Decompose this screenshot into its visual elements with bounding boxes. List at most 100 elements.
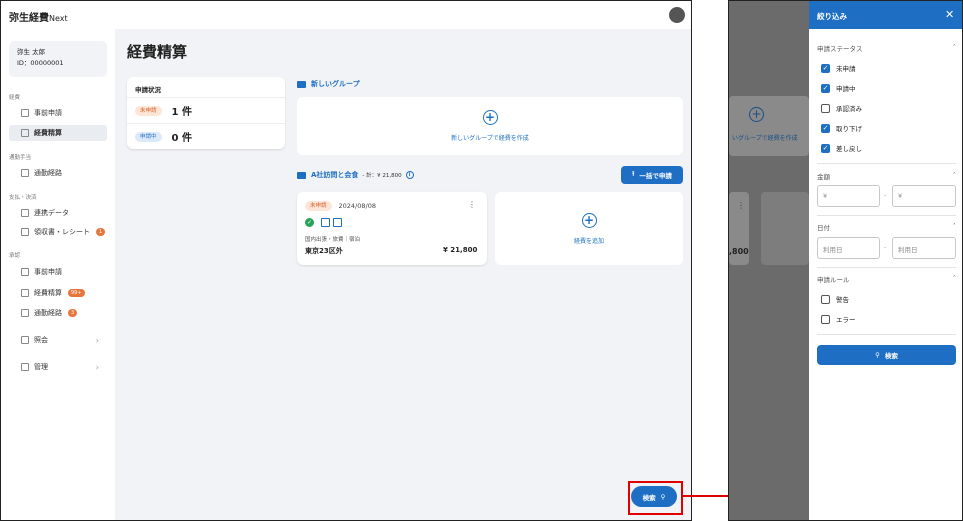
section-amount[interactable]: 金額 ˄ [817,171,956,181]
count-badge: 3 [68,309,78,317]
filter-search-button[interactable]: ⚲ 検索 [817,345,956,365]
check-circle-icon: ✓ [305,218,314,227]
filter-panel-screen: + いグループで経費を作成 ⋮ ,800 絞り込み ✕ 申請ステータス ˄ ✓ 未申… [728,0,963,521]
dimmed-create-label: いグループで経費を作成 [732,135,798,142]
section-payment: 支払・決済 [9,195,37,201]
add-circle-icon: + [749,107,764,122]
chevron-right-icon: › [95,362,99,372]
status-badge: 未申請 [135,105,162,116]
section-date[interactable]: 日付 ˄ [817,222,956,232]
search-icon [21,336,29,344]
account-avatar-icon[interactable] [669,7,685,23]
status-summary-card: 申請状況 未申請 1 件 申請中 0 件 [127,77,285,149]
expense-card[interactable]: 未申請 2024/08/08 ⋮ ✓ 国内出張・旅費｜宿泊 東京23区外 ¥ 2… [297,192,487,265]
filter-panel-title: 絞り込み [817,12,847,21]
section-status[interactable]: 申請ステータス ˄ [817,43,956,53]
checkbox-label: 警告 [836,296,849,304]
approval-icon [21,268,29,276]
divider [127,97,285,98]
expense-amount: ¥ 21,800 [443,246,478,254]
range-separator: - [884,192,887,199]
section-title: 日付 [817,224,830,232]
add-circle-icon: + [581,212,597,228]
date-from-input[interactable]: 利用日 [817,237,880,259]
sidebar-item-approve-prior[interactable]: 事前申請 [9,264,107,280]
count-badge: 1 [96,228,106,236]
divider [817,267,956,268]
expense-card-header: 未申請 2024/08/08 [305,201,376,211]
group-name[interactable]: A社訪問と会食 [311,170,358,180]
more-menu-icon[interactable]: ⋮ [468,200,476,209]
status-row-submitting[interactable]: 申請中 0 件 [135,129,192,144]
create-in-new-group-button[interactable]: + 新しいグループで経費を作成 [297,97,683,155]
user-card: 弥生 太郎 ID：00000001 [9,41,107,77]
date-to-input[interactable]: 利用日 [892,237,956,259]
more-menu-icon: ⋮ [737,201,745,210]
highlight-box [628,481,683,515]
chevron-right-icon: › [95,335,99,345]
status-row-unsubmitted[interactable]: 未申請 1 件 [135,103,192,118]
range-separator: - [884,244,887,251]
checkbox-label: 未申請 [836,65,856,73]
section-commute: 通勤手当 [9,155,32,161]
amount-to-input[interactable]: ¥ [892,185,956,207]
sidebar-item-receipts[interactable]: 領収書・レシート 1 [9,224,107,240]
expense-category: 国内出張・旅費｜宿泊 [305,237,361,243]
nav-label: 連携データ [34,209,69,217]
amount-from-input[interactable]: ¥ [817,185,880,207]
page-title: 経費精算 [127,43,188,61]
checkbox-label: エラー [836,316,856,324]
checkbox-status-3[interactable]: ✓ 取り下げ [821,123,862,133]
section-rule[interactable]: 申請ルール ˄ [817,274,956,284]
sidebar-item-prior-request[interactable]: 事前申請 [9,105,107,121]
status-count: 0 件 [171,133,192,144]
expense-date: 2024/08/08 [338,202,376,210]
nav-label: 通勤経路 [34,309,62,317]
nav-label: 領収書・レシート [34,228,90,236]
checkbox-rule-error[interactable]: エラー [821,314,856,324]
checkbox-status-0[interactable]: ✓ 未申請 [821,63,856,73]
nav-label: 通勤経路 [34,169,62,177]
user-id: ID：00000001 [17,59,64,67]
sidebar-item-commute-route[interactable]: 通勤経路 [9,165,107,181]
section-approval: 承認 [9,253,21,259]
approval-icon [21,309,29,317]
new-group-header: 新しいグループ [297,79,360,89]
close-icon[interactable]: ✕ [945,8,954,21]
document-icon [21,109,29,117]
sidebar-item-admin[interactable]: 管理 › [9,359,107,375]
table-icon [21,209,29,217]
group-total: - 計：¥ 21,800 [362,173,402,179]
receipt-icon [321,218,330,227]
checkbox-label: 取り下げ [836,125,862,133]
count-badge: 99+ [68,289,85,297]
section-expense: 経費 [9,95,21,101]
checkbox-rule-warning[interactable]: 警告 [821,294,849,304]
checkbox-status-4[interactable]: ✓ 差し戻し [821,143,862,153]
sidebar-item-approve-settlement[interactable]: 経費精算 99+ [9,285,107,301]
divider [817,215,956,216]
divider [817,163,956,164]
top-bar: 弥生経費Next [1,1,691,29]
route-icon [21,169,29,177]
sidebar-item-inquiry[interactable]: 照会 › [9,332,107,348]
checkbox-label: 申請中 [836,85,856,93]
app-logo[interactable]: 弥生経費Next [9,9,68,24]
user-name: 弥生 太郎 [17,48,46,56]
sidebar-item-linked-data[interactable]: 連携データ [9,205,107,221]
sidebar-item-expense-settlement[interactable]: 経費精算 [9,125,107,141]
section-title: 申請ルール [817,276,850,284]
status-badge: 未申請 [305,201,332,211]
bulk-submit-button[interactable]: ⭱ 一括で申請 [621,166,683,184]
checkbox-status-1[interactable]: ✓ 申請中 [821,83,856,93]
sidebar-item-approve-commute[interactable]: 通勤経路 3 [9,305,107,321]
info-icon[interactable]: i [405,171,414,179]
chevron-up-icon: ˄ [952,43,956,51]
nav-label: 経費精算 [34,129,62,137]
checkbox-status-2[interactable]: 承認済み [821,103,862,113]
add-expense-button[interactable]: + 経費を追加 [495,192,683,265]
section-title: 金額 [817,173,830,181]
chevron-up-icon: ˄ [952,222,956,230]
folder-icon [297,80,306,88]
checkbox-checked-icon: ✓ [821,83,830,93]
